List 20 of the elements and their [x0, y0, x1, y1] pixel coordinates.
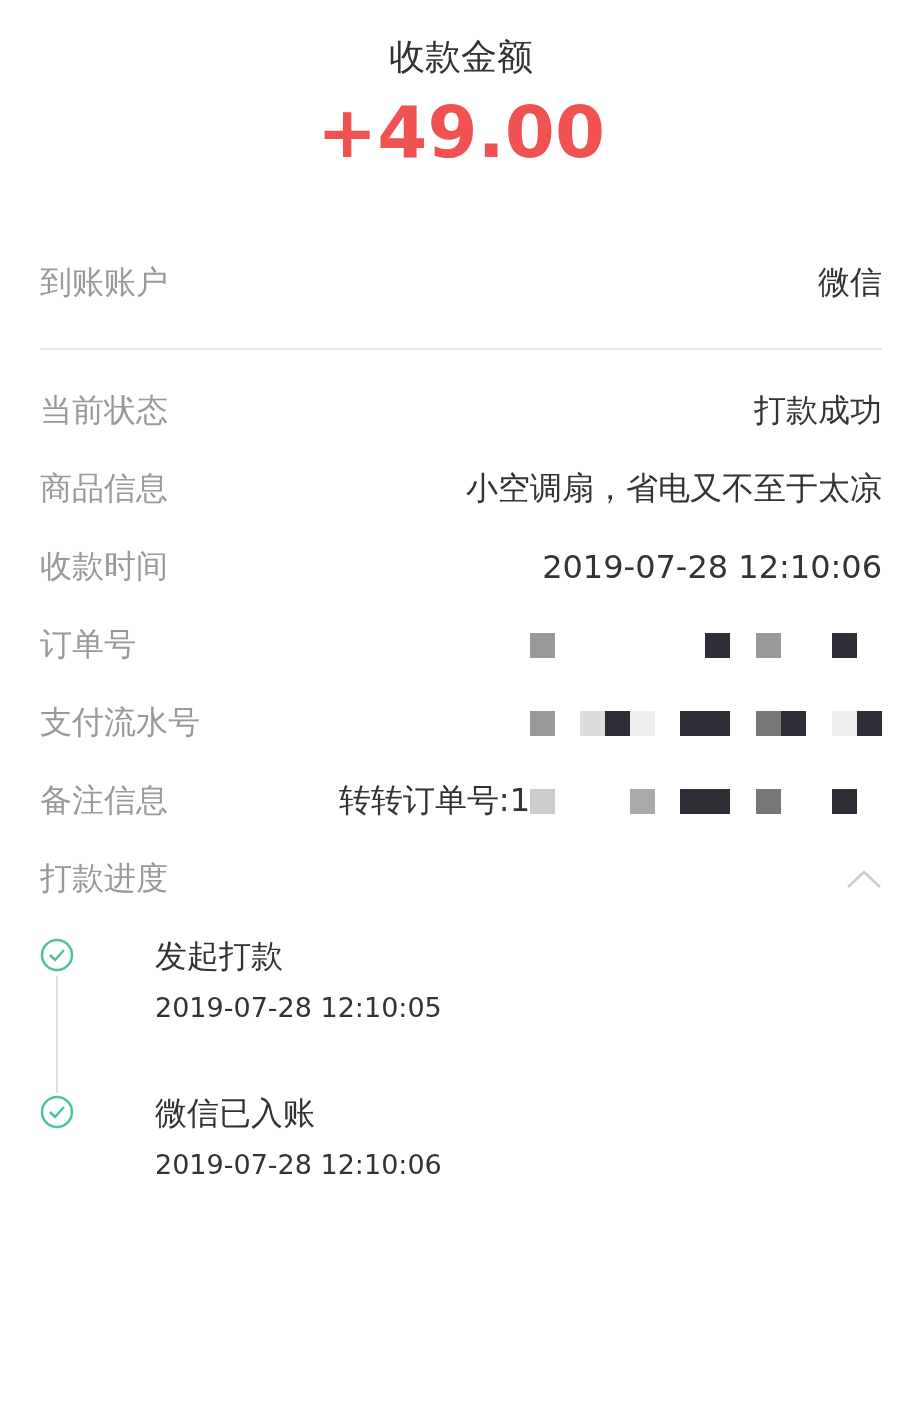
- detail-label: 备注信息: [40, 780, 168, 821]
- detail-label: 订单号: [40, 624, 136, 665]
- amount-title: 收款金额: [389, 35, 533, 79]
- detail-value: 小空调扇，省电又不至于太凉: [466, 468, 882, 509]
- detail-label: 收款时间: [40, 546, 168, 587]
- step-time: 2019-07-28 12:10:05: [155, 991, 443, 1025]
- step-time: 2019-07-28 12:10:06: [155, 1148, 443, 1182]
- detail-label: 支付流水号: [40, 702, 200, 743]
- chevron-up-icon[interactable]: [846, 869, 882, 889]
- detail-label: 当前状态: [40, 390, 168, 431]
- amount-value: +49.00: [316, 89, 606, 176]
- detail-value: 转转订单号:1: [338, 780, 530, 821]
- step-title: 发起打款: [155, 936, 284, 977]
- detail-label: 商品信息: [40, 468, 168, 509]
- detail-value: 打款成功: [754, 390, 882, 431]
- detail-label: 到账账户: [40, 262, 168, 303]
- detail-value: 2019-07-28 12:10:06: [542, 548, 882, 586]
- step-title: 微信已入账: [155, 1093, 316, 1134]
- detail-value: 微信: [818, 262, 882, 303]
- progress-label: 打款进度: [40, 858, 168, 899]
